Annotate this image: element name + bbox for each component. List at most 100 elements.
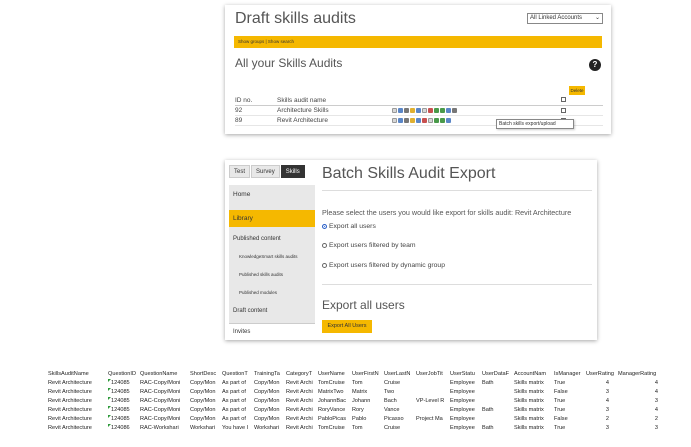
sheet-header-cell[interactable]: CategoryT [286,370,317,379]
sheet-cell[interactable] [482,388,513,397]
sheet-cell[interactable]: Cruise [384,424,415,433]
document-icon[interactable] [428,118,433,123]
sheet-cell[interactable]: RoryVance [318,406,351,415]
sheet-cell[interactable]: Copy/Mon [190,388,221,397]
sheet-header-cell[interactable]: UserDataF [482,370,513,379]
sheet-cell[interactable]: Copy/Mon [190,397,221,406]
copy-icon[interactable] [398,108,403,113]
sheet-header-cell[interactable]: IsManager [554,370,585,379]
radio-export-group[interactable]: Export users filtered by dynamic group [322,262,445,269]
sheet-header-cell[interactable]: ManagerRating [618,370,666,379]
sheet-cell[interactable]: Copy/Mon [254,397,285,406]
sheet-cell[interactable]: Employee [450,406,481,415]
sheet-cell[interactable]: JohannBac [318,397,351,406]
sheet-cell[interactable]: Copy/Mon [254,406,285,415]
sheet-cell[interactable]: Employee [450,424,481,433]
sheet-cell[interactable]: Bach [384,397,415,406]
sheet-cell[interactable]: MatrixTwo [318,388,351,397]
sheet-cell[interactable]: VP-Level R [416,397,449,406]
sheet-cell[interactable]: Revit Architecture [48,424,107,433]
sheet-cell[interactable]: Cruise [384,379,415,388]
sheet-cell[interactable]: Copy/Mon [254,415,285,424]
sheet-cell[interactable]: TomCruise [318,379,351,388]
sheet-cell[interactable]: 3 [586,388,617,397]
sheet-cell[interactable]: Revit Architecture [48,406,107,415]
sheet-cell[interactable]: True [554,397,585,406]
sheet-header-cell[interactable]: UserJobTit [416,370,449,379]
sheet-cell[interactable]: 124085 [108,406,139,415]
radio-export-team[interactable]: Export users filtered by team [322,242,416,249]
report-icon[interactable] [440,118,445,123]
report-icon[interactable] [440,108,445,113]
batch-export-icon[interactable] [446,118,451,123]
sheet-cell[interactable]: Two [384,388,415,397]
show-links-bar[interactable]: Show groups | Show search [234,36,602,48]
sheet-cell[interactable]: 4 [618,379,666,388]
sheet-cell[interactable] [416,424,449,433]
sheet-cell[interactable]: 2 [586,415,617,424]
sidebar-item-published-modules[interactable]: Published modules [229,287,315,299]
radio-export-all[interactable]: Export all users [322,223,376,230]
sheet-cell[interactable]: As part of [222,388,253,397]
sheet-cell[interactable] [482,415,513,424]
sheet-header-cell[interactable]: UserRating [586,370,617,379]
sheet-cell[interactable]: 2 [618,415,666,424]
sheet-cell[interactable]: As part of [222,415,253,424]
sheet-cell[interactable]: Revit Archi [286,379,317,388]
sheet-cell[interactable]: Skills matrix [514,379,553,388]
sheet-cell[interactable]: Tom [352,379,383,388]
sheet-cell[interactable]: 4 [618,406,666,415]
sheet-cell[interactable]: Copy/Mon [254,388,285,397]
sheet-cell[interactable]: True [554,424,585,433]
sheet-cell[interactable]: Rory [352,406,383,415]
users-icon[interactable] [416,108,421,113]
sheet-cell[interactable] [416,406,449,415]
radio-icon[interactable] [322,263,327,268]
sheet-cell[interactable]: Copy/Mon [190,415,221,424]
sheet-cell[interactable]: 4 [586,379,617,388]
sidebar-item-library[interactable]: Library [229,210,315,227]
export-icon[interactable] [446,108,451,113]
sheet-header-cell[interactable]: QuestionT [222,370,253,379]
sidebar-item-invites[interactable]: Invites [229,323,315,340]
sheet-header-cell[interactable]: SkillsAuditName [48,370,107,379]
sheet-cell[interactable]: RAC-Copy/Moni [140,379,189,388]
copy-icon[interactable] [398,118,403,123]
sheet-cell[interactable]: Tom [352,424,383,433]
sheet-cell[interactable]: TomCruise [318,424,351,433]
sheet-cell[interactable]: PabloPicas [318,415,351,424]
sheet-cell[interactable]: True [554,379,585,388]
sheet-cell[interactable]: Revit Architecture [48,415,107,424]
sidebar-item-knowledgesmart[interactable]: KnowledgeSmart skills audits [229,251,315,263]
sheet-cell[interactable]: Bath [482,424,513,433]
sheet-cell[interactable]: Matrix [352,388,383,397]
sheet-cell[interactable]: Vance [384,406,415,415]
sheet-cell[interactable]: 124085 [108,415,139,424]
select-all-checkbox[interactable] [561,97,566,102]
row-checkbox[interactable] [561,108,566,113]
folder-icon[interactable] [410,118,415,123]
sheet-cell[interactable]: RAC-Copy/Moni [140,388,189,397]
folder-icon[interactable] [410,108,415,113]
spreadsheet-icon[interactable] [434,108,439,113]
sheet-cell[interactable]: Pablo [352,415,383,424]
sheet-cell[interactable]: 3 [618,424,666,433]
sheet-cell[interactable]: RAC-Copy/Moni [140,406,189,415]
sheet-cell[interactable]: As part of [222,406,253,415]
spreadsheet-icon[interactable] [434,118,439,123]
sheet-header-cell[interactable]: ShortDesc [190,370,221,379]
sheet-cell[interactable]: Employee [450,379,481,388]
sheet-cell[interactable]: Revit Archi [286,415,317,424]
sheet-header-cell[interactable]: AccountNam [514,370,553,379]
sheet-cell[interactable]: Johann [352,397,383,406]
sheet-cell[interactable]: Employee [450,388,481,397]
sheet-cell[interactable]: 124085 [108,397,139,406]
sheet-cell[interactable]: 3 [618,397,666,406]
sheet-header-cell[interactable]: UserLastN [384,370,415,379]
sheet-header-cell[interactable]: UserStatu [450,370,481,379]
sheet-cell[interactable]: Revit Architecture [48,397,107,406]
tab-test[interactable]: Test [229,165,251,178]
sidebar-item-home[interactable]: Home [229,189,315,201]
users-icon[interactable] [416,118,421,123]
sheet-cell[interactable]: Workshari [190,424,221,433]
